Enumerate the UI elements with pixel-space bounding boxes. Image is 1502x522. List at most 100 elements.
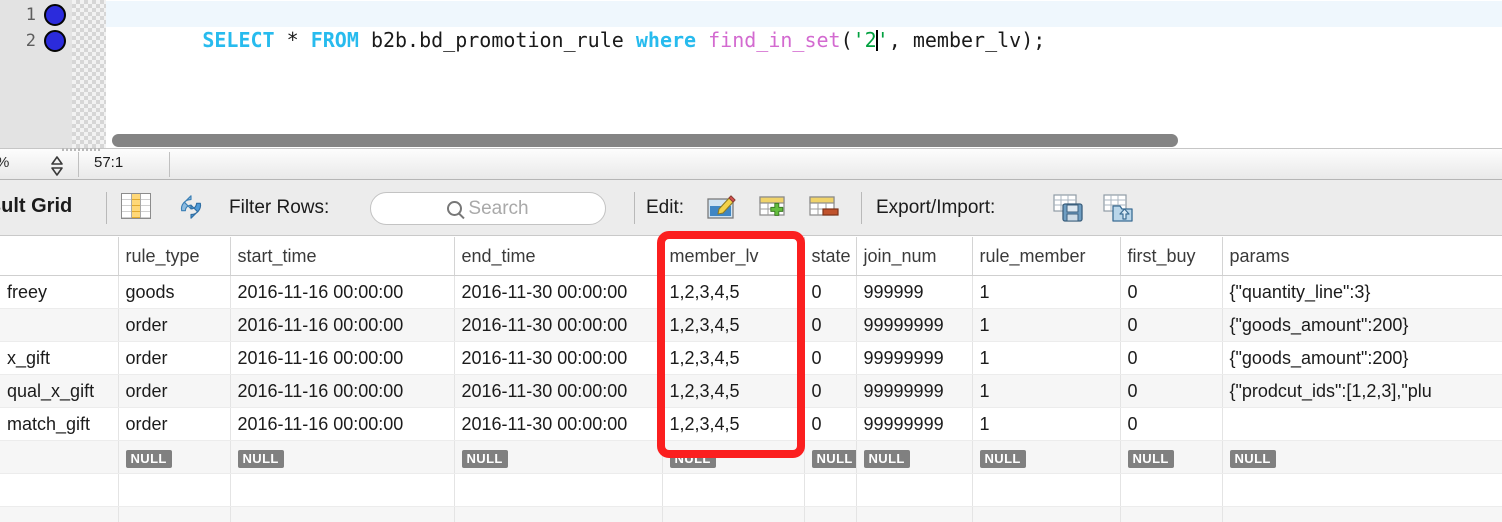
cell-end_time[interactable]: 2016-11-30 00:00:00 [454,408,662,441]
col-header-end-time[interactable]: end_time [454,237,662,276]
cell-state[interactable]: 0 [804,342,856,375]
table-row[interactable]: order2016-11-16 00:00:002016-11-30 00:00… [0,309,1502,342]
cell-rule_member[interactable] [972,474,1120,507]
cell-first_col[interactable]: qual_x_gift [0,375,118,408]
cell-first_buy[interactable] [1120,507,1222,522]
statement-marker-icon-1[interactable] [44,4,66,26]
col-header-join-num[interactable]: join_num [856,237,972,276]
edit-pencil-icon[interactable] [705,193,737,223]
editor-horizontal-scrollbar-track[interactable] [106,132,1502,148]
cell-start_time[interactable] [230,507,454,522]
export-recordset-icon[interactable] [1052,193,1084,223]
cell-first_buy[interactable] [1120,474,1222,507]
col-header-rule-member[interactable]: rule_member [972,237,1120,276]
cell-start_time[interactable]: NULL [230,441,454,474]
cell-join_num[interactable]: 999999 [856,276,972,309]
cell-params[interactable] [1222,507,1502,522]
search-input[interactable]: Search [370,192,606,225]
cell-params[interactable] [1222,408,1502,441]
cell-rule_member[interactable]: 1 [972,342,1120,375]
cell-start_time[interactable]: 2016-11-16 00:00:00 [230,375,454,408]
cell-end_time[interactable]: 2016-11-30 00:00:00 [454,276,662,309]
cell-start_time[interactable] [230,474,454,507]
cell-end_time[interactable]: 2016-11-30 00:00:00 [454,375,662,408]
cell-first_col[interactable] [0,441,118,474]
cell-rule_type[interactable] [118,507,230,522]
cell-member_lv[interactable]: 1,2,3,4,5 [662,375,804,408]
cell-rule_type[interactable]: NULL [118,441,230,474]
col-header-rule-type[interactable]: rule_type [118,237,230,276]
grid-columns-icon[interactable] [121,193,153,223]
cell-params[interactable]: {"goods_amount":200} [1222,342,1502,375]
code-line-1[interactable]: SELECT * FROM b2b.bd_promotion_rule wher… [106,1,1502,27]
cell-end_time[interactable] [454,474,662,507]
cell-end_time[interactable]: NULL [454,441,662,474]
cell-rule_member[interactable]: NULL [972,441,1120,474]
cell-member_lv[interactable]: 1,2,3,4,5 [662,342,804,375]
cell-first_col[interactable] [0,507,118,522]
cell-state[interactable] [804,474,856,507]
refresh-icon[interactable] [176,193,208,223]
cell-end_time[interactable] [454,507,662,522]
code-area[interactable]: SELECT * FROM b2b.bd_promotion_rule wher… [106,0,1502,148]
import-recordset-icon[interactable] [1102,193,1134,223]
col-header-state[interactable]: state [804,237,856,276]
cell-rule_member[interactable]: 1 [972,309,1120,342]
cell-first_buy[interactable]: 0 [1120,408,1222,441]
col-header-start-time[interactable]: start_time [230,237,454,276]
cell-start_time[interactable]: 2016-11-16 00:00:00 [230,342,454,375]
cell-params[interactable]: {"goods_amount":200} [1222,309,1502,342]
cell-params[interactable]: {"prodcut_ids":[1,2,3],"plu [1222,375,1502,408]
delete-row-icon[interactable] [808,193,840,223]
col-header-first-buy[interactable]: first_buy [1120,237,1222,276]
table-row[interactable] [0,507,1502,522]
insert-row-icon[interactable] [758,193,790,223]
cell-first_col[interactable]: match_gift [0,408,118,441]
cell-member_lv[interactable] [662,474,804,507]
cell-join_num[interactable] [856,507,972,522]
cell-join_num[interactable] [856,474,972,507]
cell-join_num[interactable]: 99999999 [856,342,972,375]
sql-editor[interactable]: 1 2 SELECT * FROM b2b.bd_promotion_rule … [0,0,1502,148]
cell-rule_type[interactable]: order [118,375,230,408]
cell-state[interactable]: 0 [804,408,856,441]
table-row[interactable]: freeygoods2016-11-16 00:00:002016-11-30 … [0,276,1502,309]
table-row[interactable]: qual_x_giftorder2016-11-16 00:00:002016-… [0,375,1502,408]
cell-params[interactable] [1222,474,1502,507]
cell-params[interactable]: NULL [1222,441,1502,474]
col-header-first[interactable] [0,237,118,276]
cell-join_num[interactable]: 99999999 [856,408,972,441]
table-row[interactable]: x_giftorder2016-11-16 00:00:002016-11-30… [0,342,1502,375]
cell-first_buy[interactable]: 0 [1120,276,1222,309]
cell-first_col[interactable] [0,474,118,507]
table-row[interactable]: match_giftorder2016-11-16 00:00:002016-1… [0,408,1502,441]
cell-first_buy[interactable]: NULL [1120,441,1222,474]
cell-state[interactable]: 0 [804,375,856,408]
cell-member_lv[interactable] [662,507,804,522]
cell-end_time[interactable]: 2016-11-30 00:00:00 [454,309,662,342]
cell-first_buy[interactable]: 0 [1120,342,1222,375]
cell-state[interactable]: 0 [804,309,856,342]
cell-join_num[interactable]: 99999999 [856,309,972,342]
cell-start_time[interactable]: 2016-11-16 00:00:00 [230,309,454,342]
cell-state[interactable]: NULL [804,441,856,474]
col-header-params[interactable]: params [1222,237,1502,276]
cell-member_lv[interactable]: 1,2,3,4,5 [662,408,804,441]
table-row[interactable]: NULLNULLNULLNULLNULLNULLNULLNULLNULL [0,441,1502,474]
cell-member_lv[interactable]: 1,2,3,4,5 [662,276,804,309]
cell-end_time[interactable]: 2016-11-30 00:00:00 [454,342,662,375]
cell-member_lv[interactable]: 1,2,3,4,5 [662,309,804,342]
cell-start_time[interactable]: 2016-11-16 00:00:00 [230,408,454,441]
cell-rule_member[interactable]: 1 [972,276,1120,309]
table-row[interactable] [0,474,1502,507]
zoom-stepper[interactable] [48,154,66,176]
cell-rule_type[interactable] [118,474,230,507]
cell-first_col[interactable] [0,309,118,342]
result-grid[interactable]: rule_type start_time end_time member_lv … [0,237,1502,522]
cell-join_num[interactable]: 99999999 [856,375,972,408]
cell-rule_type[interactable]: order [118,309,230,342]
cell-rule_type[interactable]: order [118,408,230,441]
cell-state[interactable]: 0 [804,276,856,309]
cell-rule_member[interactable]: 1 [972,408,1120,441]
cell-member_lv[interactable]: NULL [662,441,804,474]
